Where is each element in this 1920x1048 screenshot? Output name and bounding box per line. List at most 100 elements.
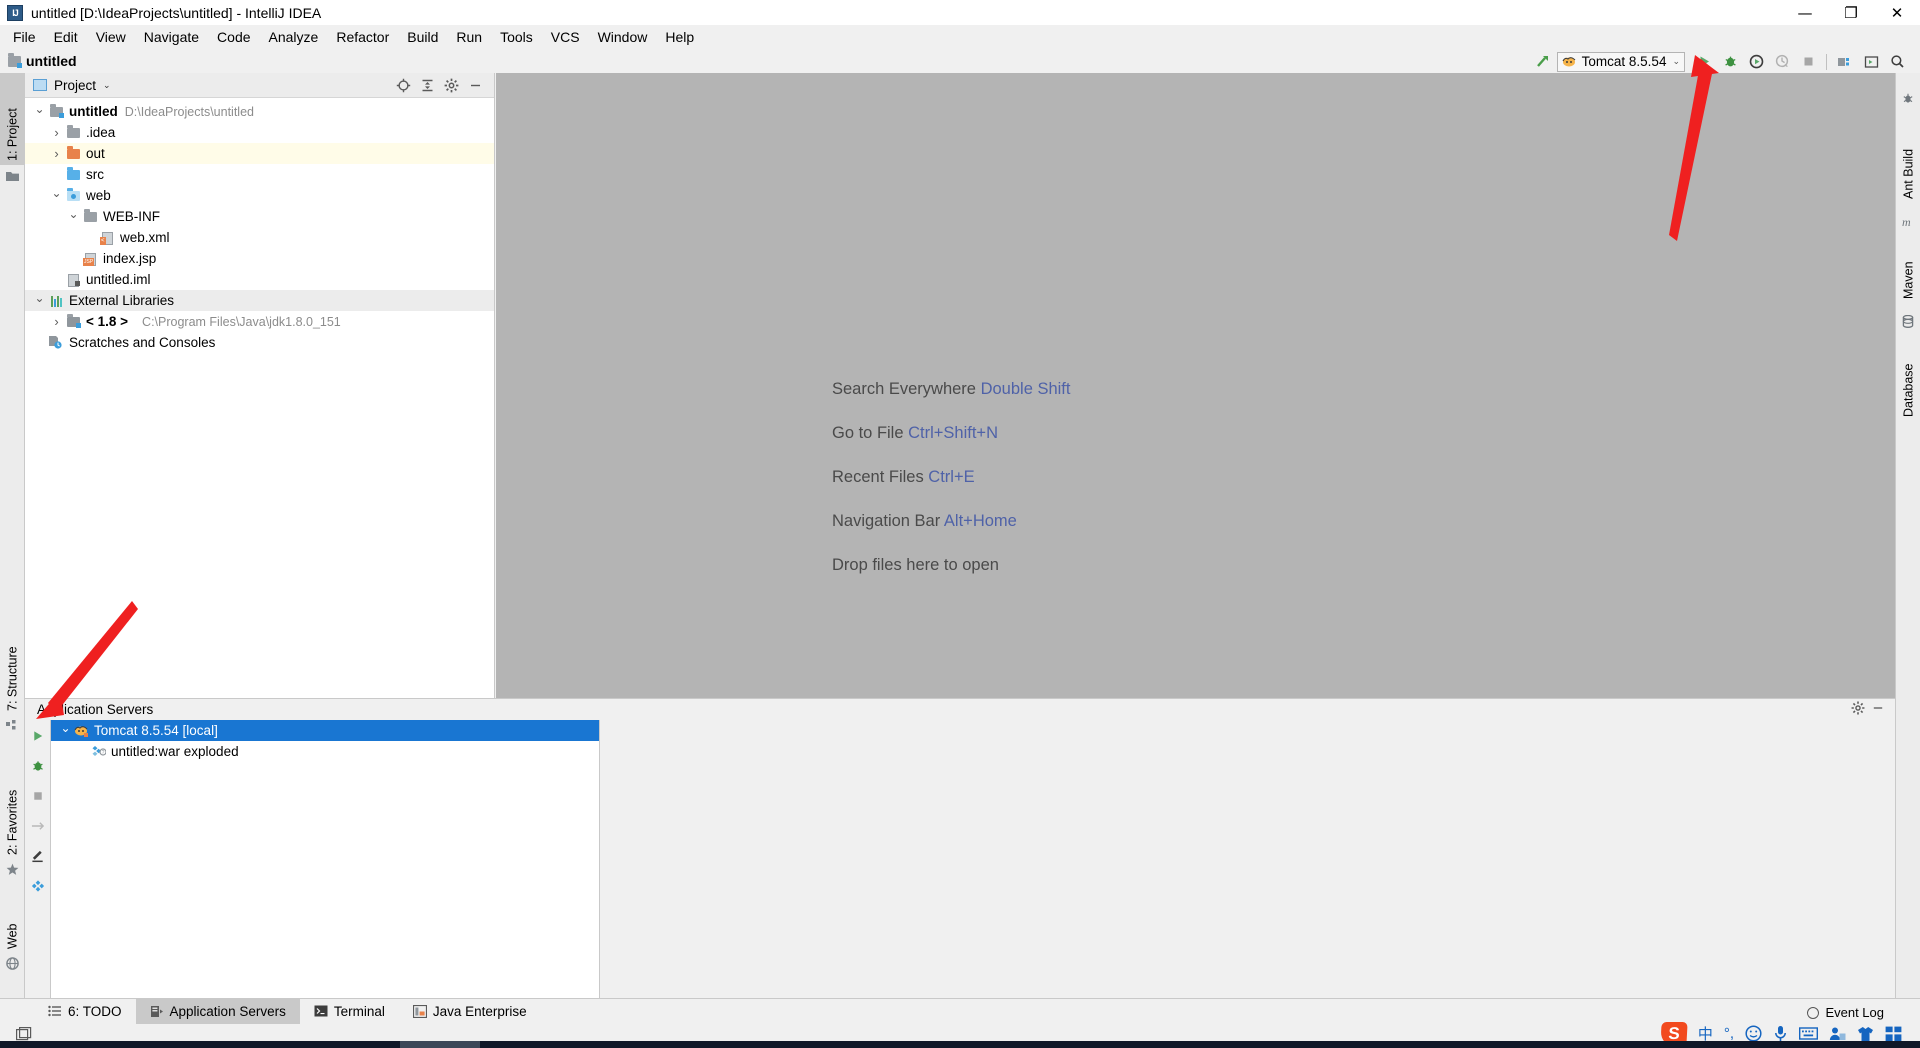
tree-row-untitled[interactable]: untitled D:\IdeaProjects\untitled <box>25 101 494 122</box>
twisty-closed-icon[interactable] <box>48 125 65 140</box>
debug-button[interactable] <box>28 756 48 776</box>
tree-row-scratches[interactable]: Scratches and Consoles <box>25 332 494 353</box>
sidebar-item-web[interactable]: Web <box>0 897 25 953</box>
collapse-all-button[interactable] <box>416 74 438 96</box>
menu-analyze[interactable]: Analyze <box>260 26 328 48</box>
tree-row-web[interactable]: web <box>25 185 494 206</box>
twisty-closed-icon[interactable] <box>48 314 65 329</box>
ime-microphone-icon[interactable] <box>1773 1025 1788 1042</box>
edit-configuration-button[interactable] <box>28 846 48 866</box>
artifacts-button[interactable] <box>28 876 48 896</box>
menu-run[interactable]: Run <box>447 26 491 48</box>
tree-label: index.jsp <box>103 251 157 266</box>
menu-file[interactable]: File <box>4 26 45 48</box>
deploy-button[interactable] <box>28 816 48 836</box>
hint-action: Go to File <box>832 424 904 442</box>
sidebar-item-database-label: Database <box>1901 363 1916 417</box>
ime-punctuation-icon[interactable]: °, <box>1724 1025 1734 1042</box>
server-row-tomcat[interactable]: Tomcat 8.5.54 [local] <box>51 720 599 741</box>
menu-help[interactable]: Help <box>656 26 703 48</box>
tree-path: D:\IdeaProjects\untitled <box>124 104 254 119</box>
tree-label: .idea <box>86 125 116 140</box>
menu-navigate[interactable]: Navigate <box>135 26 208 48</box>
project-panel-title: Project <box>54 77 97 93</box>
menu-vcs[interactable]: VCS <box>542 26 589 48</box>
minimize-button[interactable]: — <box>1782 0 1828 25</box>
run-configuration-selector[interactable]: Tomcat 8.5.54 ⌄ <box>1556 51 1685 72</box>
sidebar-item-project[interactable]: 1: Project <box>0 73 25 165</box>
search-everywhere-button[interactable] <box>1884 51 1910 73</box>
hide-panel-button[interactable] <box>464 74 486 96</box>
sidebar-item-ant-build[interactable]: Ant Build <box>1896 111 1920 203</box>
debug-button[interactable] <box>1717 51 1743 73</box>
close-button[interactable]: ✕ <box>1874 0 1920 25</box>
tree-row-web-xml[interactable]: < web.xml <box>25 227 494 248</box>
run-button[interactable] <box>1691 51 1717 73</box>
menu-tools[interactable]: Tools <box>491 26 542 48</box>
tab-terminal[interactable]: Terminal <box>300 999 399 1025</box>
locate-file-button[interactable] <box>392 74 414 96</box>
ime-apps-icon[interactable] <box>1885 1026 1902 1042</box>
tree-row-index-jsp[interactable]: JSP index.jsp <box>25 248 494 269</box>
event-log-button[interactable]: Event Log <box>1807 1005 1884 1020</box>
stop-button[interactable] <box>1795 51 1821 73</box>
application-servers-body: Tomcat 8.5.54 [local] ? untitled:war ex <box>25 720 1895 998</box>
twisty-open-icon[interactable] <box>57 724 74 738</box>
build-icon[interactable] <box>1531 51 1557 73</box>
tomcat-icon <box>74 724 89 737</box>
project-panel-actions <box>392 74 494 96</box>
hint-action: Drop files here to open <box>832 556 999 574</box>
event-log-icon <box>1807 1006 1820 1019</box>
ime-user-icon[interactable] <box>1829 1026 1846 1042</box>
sidebar-item-favorites[interactable]: 2: Favorites <box>0 753 25 859</box>
tree-row-web-inf[interactable]: WEB-INF <box>25 206 494 227</box>
ime-keyboard-icon[interactable] <box>1799 1026 1818 1041</box>
menu-refactor[interactable]: Refactor <box>327 26 398 48</box>
project-structure-button[interactable] <box>1832 51 1858 73</box>
jdk-icon <box>65 314 82 329</box>
folder-icon <box>82 209 99 224</box>
application-servers-title: Application Servers <box>37 702 154 717</box>
tree-row-external-libraries[interactable]: External Libraries <box>25 290 494 311</box>
twisty-open-icon[interactable] <box>31 105 48 119</box>
tab-java-enterprise[interactable]: Java Enterprise <box>399 999 541 1025</box>
run-coverage-button[interactable] <box>1743 51 1769 73</box>
tab-todo[interactable]: 6: TODO <box>34 999 136 1025</box>
chevron-down-icon[interactable]: ⌄ <box>103 80 111 91</box>
ime-emoji-icon[interactable] <box>1745 1025 1762 1042</box>
stop-button[interactable] <box>28 786 48 806</box>
tree-row-jdk[interactable]: < 1.8 > C:\Program Files\Java\jdk1.8.0_1… <box>25 311 494 332</box>
menu-build[interactable]: Build <box>398 26 447 48</box>
sidebar-item-maven[interactable]: Maven <box>1896 233 1920 303</box>
menu-view[interactable]: View <box>87 26 135 48</box>
profile-button[interactable] <box>1769 51 1795 73</box>
run-button[interactable] <box>28 726 48 746</box>
tree-row-src[interactable]: src <box>25 164 494 185</box>
tree-row-idea[interactable]: .idea <box>25 122 494 143</box>
settings-gear-button[interactable] <box>440 74 462 96</box>
ime-skin-icon[interactable] <box>1857 1026 1874 1042</box>
sidebar-item-database[interactable]: Database <box>1896 335 1920 421</box>
menu-window[interactable]: Window <box>589 26 657 48</box>
sidebar-item-structure-label: 7: Structure <box>5 646 20 711</box>
hide-panel-button[interactable] <box>1871 701 1885 718</box>
menu-edit[interactable]: Edit <box>45 26 87 48</box>
tab-application-servers[interactable]: Application Servers <box>135 998 300 1025</box>
twisty-open-icon[interactable] <box>48 189 65 203</box>
sidebar-item-maven-label: Maven <box>1901 261 1916 299</box>
twisty-open-icon[interactable] <box>65 210 82 224</box>
twisty-open-icon[interactable] <box>31 294 48 308</box>
breadcrumb[interactable]: untitled <box>8 52 77 69</box>
maximize-button[interactable]: ❐ <box>1828 0 1874 25</box>
hide-windows-button[interactable] <box>1858 51 1884 73</box>
settings-gear-button[interactable] <box>1851 701 1865 718</box>
server-row-artifact[interactable]: ? untitled:war exploded <box>51 741 599 762</box>
editor-area[interactable]: Search Everywhere Double Shift Go to Fil… <box>496 73 1895 698</box>
sidebar-item-structure[interactable]: 7: Structure <box>0 611 25 715</box>
tree-row-out[interactable]: out <box>25 143 494 164</box>
twisty-closed-icon[interactable] <box>48 146 65 161</box>
tree-row-untitled-iml[interactable]: untitled.iml <box>25 269 494 290</box>
menu-code[interactable]: Code <box>208 26 259 48</box>
taskbar-active-item[interactable] <box>400 1041 480 1048</box>
tree-label: src <box>86 167 104 182</box>
